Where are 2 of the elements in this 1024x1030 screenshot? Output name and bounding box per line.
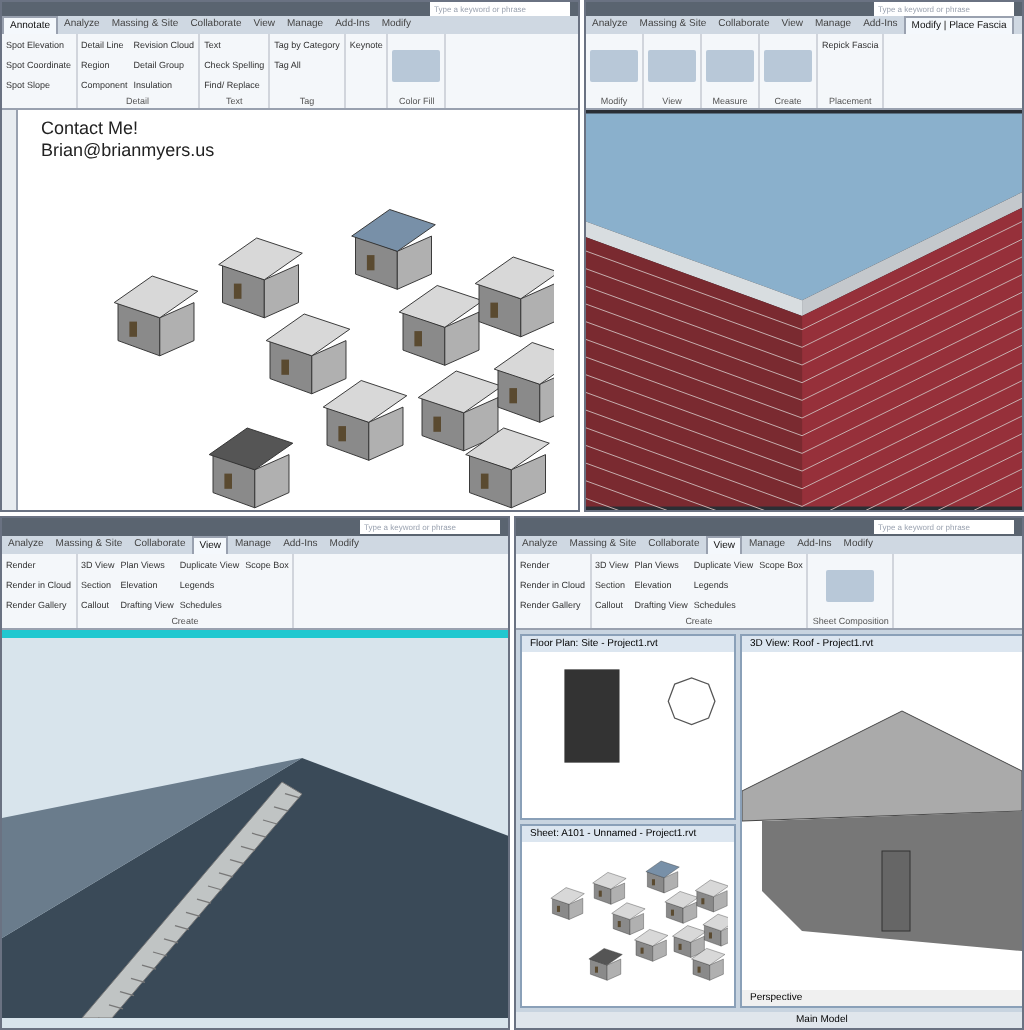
note-text: Contact Me! xyxy=(41,118,141,140)
note-text: Brian@brianmyers.us xyxy=(41,140,217,162)
